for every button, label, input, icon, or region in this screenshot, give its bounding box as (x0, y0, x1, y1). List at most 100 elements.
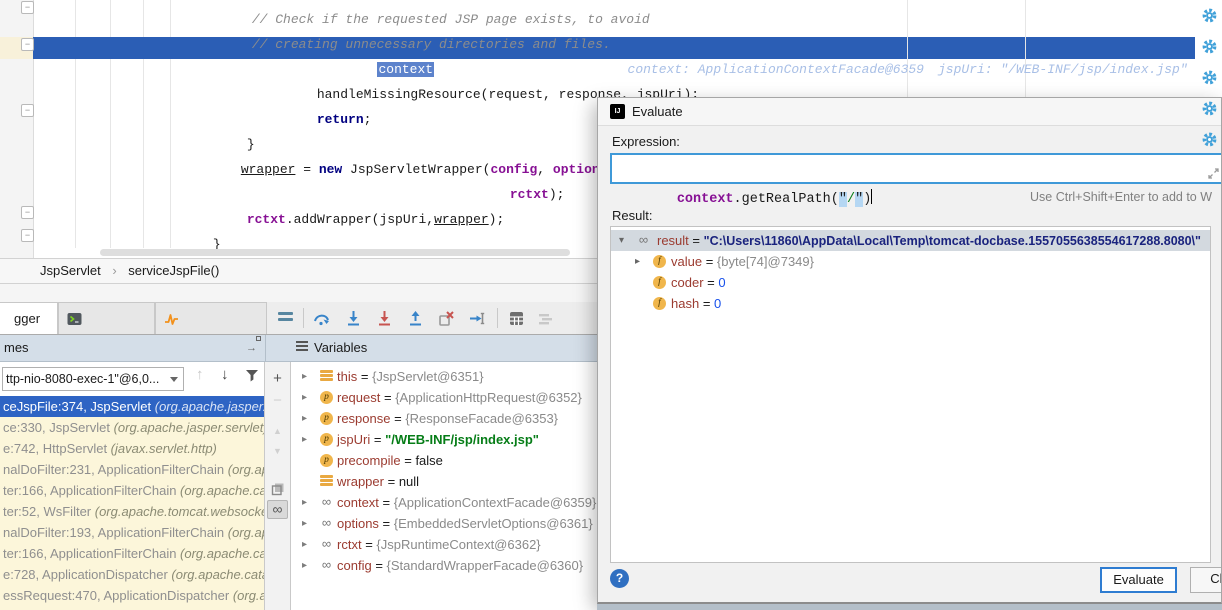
chevron-right-icon[interactable]: ▸ (302, 555, 307, 576)
drop-frame-icon[interactable] (438, 310, 455, 327)
fold-marker[interactable]: − (21, 229, 34, 242)
mute-breakpoints-icon[interactable] (537, 310, 554, 327)
variable-row[interactable]: ▸ p response = {ResponseFacade@6353} (291, 408, 597, 429)
tab-console[interactable]: Console→ (58, 302, 155, 334)
chevron-right-icon[interactable]: ▸ (302, 408, 307, 429)
gear-icon[interactable] (1201, 38, 1218, 55)
run-to-cursor-icon[interactable] (469, 310, 486, 327)
variable-row[interactable]: ▸ p request = {ApplicationHttpRequest@63… (291, 387, 597, 408)
breadcrumb-method[interactable]: serviceJspFile() (128, 263, 219, 278)
variable-row[interactable]: ▸ ∞ context = {ApplicationContextFacade@… (291, 492, 597, 513)
frame-row[interactable]: ter:166, ApplicationFilterChain (org.apa… (0, 480, 265, 501)
move-up-icon[interactable]: ▲ (265, 422, 290, 440)
chevron-down-icon (170, 377, 178, 382)
chevron-right-icon[interactable]: ▸ (302, 513, 307, 534)
fold-marker[interactable]: − (21, 38, 34, 51)
frame-row[interactable]: ceJspFile:374, JspServlet (org.apache.ja… (0, 396, 265, 417)
variables-panel[interactable]: ▸ this = {JspServlet@6351} ▸ p request =… (291, 362, 597, 610)
code-line: rctxt.addWrapper(jspUri,wrapper); (200, 187, 504, 209)
code-line: wrapper = new JspServletWrapper(config, … (194, 137, 615, 159)
breadcrumb-class[interactable]: JspServlet (40, 263, 101, 278)
chevron-right-icon[interactable]: ▸ (302, 366, 307, 387)
dialog-titlebar[interactable]: IJ Evaluate (598, 98, 1221, 126)
result-row[interactable]: f hash = 0 (611, 293, 1210, 314)
result-row[interactable]: ▾ ∞ result = "C:\Users\11860\AppData\Loc… (611, 230, 1210, 251)
view-breakpoints-icon[interactable] (508, 310, 525, 327)
variable-row[interactable]: ▸ this = {JspServlet@6351} (291, 366, 597, 387)
chevron-right-icon[interactable]: ▸ (635, 251, 640, 272)
tab-debugger[interactable]: gger (0, 302, 58, 334)
code-line: return; (270, 87, 371, 109)
frame-row[interactable]: ter:52, WsFilter (org.apache.tomcat.webs… (0, 501, 265, 522)
variable-row[interactable]: ▸ ∞ options = {EmbeddedServletOptions@63… (291, 513, 597, 534)
step-over-icon[interactable] (313, 310, 330, 327)
move-down-icon[interactable]: ▼ (265, 442, 290, 460)
remove-watch-icon[interactable]: − (265, 392, 290, 410)
gear-icon[interactable] (1201, 100, 1218, 117)
chevron-right-icon[interactable]: ▸ (302, 429, 307, 450)
add-watch-icon[interactable]: + (265, 370, 290, 388)
frame-row[interactable]: nalDoFilter:193, ApplicationFilterChain … (0, 522, 265, 543)
variable-row[interactable]: wrapper = null (291, 471, 597, 492)
frames-list[interactable]: ceJspFile:374, JspServlet (org.apache.ja… (0, 396, 265, 610)
variable-icon (320, 370, 333, 383)
fold-marker[interactable]: − (21, 1, 34, 14)
help-icon[interactable]: ? (610, 569, 629, 588)
result-label: Result: (612, 208, 652, 223)
variable-row[interactable]: ▸ p jspUri = "/WEB-INF/jsp/index.jsp" (291, 429, 597, 450)
frame-row[interactable]: essRequest:470, ApplicationDispatcher (o… (0, 585, 265, 606)
chevron-down-icon[interactable]: ▾ (619, 230, 624, 251)
fold-marker[interactable]: − (21, 206, 34, 219)
variable-row[interactable]: ▸ ∞ rctxt = {JspRuntimeContext@6362} (291, 534, 597, 555)
toolbar-separator (303, 308, 304, 328)
chevron-right-icon[interactable]: ▸ (302, 492, 307, 513)
taskbar-strip (597, 604, 1222, 610)
more-tabs-icon[interactable] (278, 312, 293, 324)
watches-toolbar: + − ▲ ▼ ∞ (265, 362, 291, 610)
step-out-icon[interactable] (407, 310, 424, 327)
frame-row[interactable]: nalDoFilter:231, ApplicationFilterChain … (0, 459, 265, 480)
evaluate-expression-icon[interactable]: ∞ (267, 500, 288, 519)
result-row[interactable]: ▸ f value = {byte[74]@7349} (611, 251, 1210, 272)
frame-row-partial[interactable]: d:488, ApplicationDispatcher (org.apach (0, 606, 265, 610)
close-button[interactable]: Clo (1190, 567, 1222, 593)
thread-selector[interactable]: ttp-nio-8080-exec-1"@6,0... (2, 367, 184, 391)
frame-row[interactable]: e:742, HttpServlet (javax.servlet.http) (0, 438, 265, 459)
expression-input[interactable]: context.getRealPath("/") (610, 153, 1222, 184)
pin-icon[interactable]: → (246, 335, 257, 361)
result-tree[interactable]: ▾ ∞ result = "C:\Users\11860\AppData\Loc… (610, 226, 1211, 563)
frame-down-icon[interactable]: ↓ (221, 366, 229, 383)
watch-icon: ∞ (637, 234, 650, 247)
frame-row[interactable]: ce:330, JspServlet (org.apache.jasper.se… (0, 417, 265, 438)
editor-horizontal-scrollbar[interactable] (100, 249, 570, 256)
force-step-into-icon[interactable] (376, 310, 393, 327)
result-row[interactable]: f coder = 0 (611, 272, 1210, 293)
duplicate-watch-icon[interactable] (265, 482, 290, 500)
step-into-icon[interactable] (345, 310, 362, 327)
expression-hint: Use Ctrl+Shift+Enter to add to W (1030, 190, 1222, 204)
gear-icon[interactable] (1201, 69, 1218, 86)
frame-row[interactable]: ter:166, ApplicationFilterChain (org.apa… (0, 543, 265, 564)
fold-marker[interactable]: − (21, 104, 34, 117)
code-line: rctxt); (463, 162, 564, 184)
field-icon: f (653, 255, 666, 268)
filter-icon[interactable] (245, 369, 259, 386)
inline-debug-hint: context: ApplicationContextFacade@6359js… (628, 62, 1202, 77)
evaluate-button[interactable]: Evaluate (1100, 567, 1177, 593)
gear-icon[interactable] (1201, 7, 1218, 24)
chevron-right-icon[interactable]: ▸ (302, 534, 307, 555)
toolwindow-gap (0, 284, 597, 302)
variable-row[interactable]: ▸ ∞ config = {StandardWrapperFacade@6360… (291, 555, 597, 576)
evaluate-dialog: IJ Evaluate Expression: context.getRealP… (597, 97, 1222, 604)
debug-tab-strip: gger Console→ Endpoints→ (0, 302, 597, 335)
frame-row[interactable]: e:728, ApplicationDispatcher (org.apache… (0, 564, 265, 585)
variable-row[interactable]: p precompile = false (291, 450, 597, 471)
watch-icon: ∞ (320, 496, 333, 509)
expand-editor-icon[interactable] (1207, 162, 1220, 189)
variables-menu-icon[interactable] (296, 341, 308, 353)
field-icon: f (653, 276, 666, 289)
frame-up-icon[interactable]: ↑ (196, 366, 204, 383)
gear-icon[interactable] (1201, 131, 1218, 148)
chevron-right-icon[interactable]: ▸ (302, 387, 307, 408)
tab-endpoints[interactable]: Endpoints→ (155, 302, 267, 334)
